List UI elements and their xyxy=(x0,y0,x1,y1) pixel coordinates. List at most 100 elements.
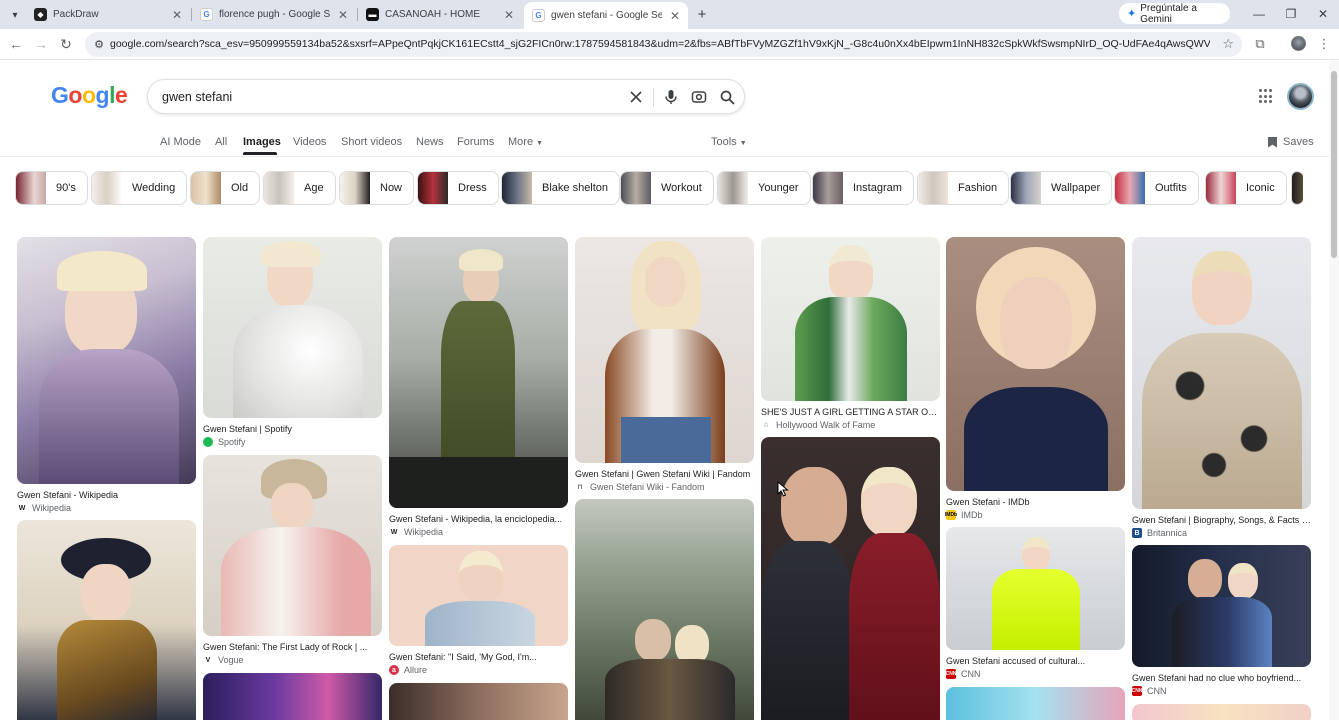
search-box[interactable]: gwen stefani xyxy=(147,79,745,114)
close-tab-icon[interactable]: ✕ xyxy=(336,8,350,22)
result-image[interactable] xyxy=(17,520,196,720)
result-title[interactable]: Gwen Stefani | Gwen Stefani Wiki | Fando… xyxy=(575,469,754,479)
result-image[interactable] xyxy=(575,237,754,463)
result-source[interactable]: IMDb IMDb xyxy=(945,510,1125,520)
chip-wallpaper[interactable]: Wallpaper xyxy=(1010,171,1113,205)
image-result[interactable]: Gwen Stefani - Wikipedia W Wikipedia xyxy=(17,237,196,513)
tab-images[interactable]: Images xyxy=(243,136,281,148)
forward-arrow-icon[interactable]: → xyxy=(32,35,50,53)
result-image[interactable] xyxy=(389,545,568,646)
tools-button[interactable]: Tools ▼ xyxy=(711,136,747,148)
image-result[interactable] xyxy=(946,687,1125,720)
reload-icon[interactable]: ↻ xyxy=(57,35,75,53)
result-source[interactable]: ☆ Hollywood Walk of Fame xyxy=(761,420,940,430)
tab-gwen-stefani[interactable]: G gwen stefani - Google Search ✕ xyxy=(524,2,688,29)
image-result[interactable] xyxy=(1132,704,1311,720)
result-source[interactable]: CNN CNN xyxy=(1132,686,1311,696)
close-tab-icon[interactable]: ✕ xyxy=(502,8,516,22)
tab-videos[interactable]: Videos xyxy=(293,136,326,148)
result-title[interactable]: Gwen Stefani accused of cultural... xyxy=(946,656,1125,666)
result-image[interactable] xyxy=(203,673,382,720)
back-arrow-icon[interactable]: ← xyxy=(7,35,25,53)
result-image[interactable] xyxy=(389,683,568,720)
chip-outfits[interactable]: Outfits xyxy=(1114,171,1199,205)
new-tab-button[interactable]: + xyxy=(693,5,711,23)
result-title[interactable]: Gwen Stefani: "I Said, 'My God, I'm... xyxy=(389,652,568,662)
result-title[interactable]: SHE'S JUST A GIRL GETTING A STAR ON... xyxy=(761,407,940,417)
browser-menu-icon[interactable]: ⋮ xyxy=(1315,35,1333,53)
image-result[interactable] xyxy=(575,499,754,720)
chip-dress[interactable]: Dress xyxy=(417,171,499,205)
extensions-puzzle-icon[interactable]: ⧉ xyxy=(1251,35,1269,53)
image-result[interactable]: Gwen Stefani: "I Said, 'My God, I'm... a… xyxy=(389,545,568,675)
chip-old[interactable]: Old xyxy=(190,171,261,205)
chip-workout[interactable]: Workout xyxy=(620,171,714,205)
tab-more[interactable]: More ▼ xyxy=(508,136,543,148)
result-image[interactable] xyxy=(946,237,1125,491)
site-info-icon[interactable]: ⚙ xyxy=(91,37,107,52)
tab-search-chevron-icon[interactable]: ▾ xyxy=(6,6,24,24)
tab-ai-mode[interactable]: AI Mode xyxy=(160,136,201,148)
url-text[interactable]: google.com/search?sca_esv=950999559134ba… xyxy=(110,38,1210,50)
chip-younger[interactable]: Younger xyxy=(717,171,811,205)
result-image[interactable] xyxy=(1132,704,1311,720)
tab-packdraw[interactable]: ◆ PackDraw ✕ xyxy=(26,2,190,27)
image-result[interactable]: Gwen Stefani | Gwen Stefani Wiki | Fando… xyxy=(575,237,754,492)
result-image[interactable] xyxy=(946,687,1125,720)
image-result[interactable] xyxy=(389,683,568,720)
image-result[interactable]: Gwen Stefani | Biography, Songs, & Facts… xyxy=(1132,237,1311,538)
result-image[interactable] xyxy=(761,437,940,720)
image-result[interactable] xyxy=(203,673,382,720)
result-title[interactable]: Gwen Stefani - Wikipedia, la enciclopedi… xyxy=(389,514,568,524)
search-input[interactable]: gwen stefani xyxy=(162,90,232,104)
chip-blake-shelton[interactable]: Blake shelton xyxy=(501,171,621,205)
result-image[interactable] xyxy=(203,455,382,636)
chip-partial[interactable] xyxy=(1291,171,1303,205)
clear-search-icon[interactable] xyxy=(627,88,645,106)
restore-icon[interactable]: ❐ xyxy=(1283,6,1299,22)
result-source[interactable]: Spotify xyxy=(203,437,382,447)
result-image[interactable] xyxy=(1132,237,1311,509)
tab-news[interactable]: News xyxy=(416,136,444,148)
chip-iconic[interactable]: Iconic xyxy=(1205,171,1287,205)
result-source[interactable]: CNN CNN xyxy=(946,669,1125,679)
result-image[interactable] xyxy=(761,237,940,401)
close-window-icon[interactable]: ✕ xyxy=(1315,6,1331,22)
ask-gemini-button[interactable]: ✦ Pregúntale a Gemini xyxy=(1119,3,1230,25)
result-title[interactable]: Gwen Stefani had no clue who boyfriend..… xyxy=(1132,673,1311,683)
chip-fashion[interactable]: Fashion xyxy=(917,171,1010,205)
tab-short-videos[interactable]: Short videos xyxy=(341,136,402,148)
chip-wedding[interactable]: Wedding xyxy=(91,171,188,205)
chip-instagram[interactable]: Instagram xyxy=(812,171,914,205)
account-avatar[interactable] xyxy=(1287,83,1314,110)
result-title[interactable]: Gwen Stefani - IMDb xyxy=(946,497,1125,507)
result-image[interactable] xyxy=(17,237,196,484)
image-result[interactable] xyxy=(761,437,940,720)
image-result[interactable]: Gwen Stefani accused of cultural... CNN … xyxy=(946,527,1125,679)
tab-casanoah[interactable]: ▬ CASANOAH - HOME ✕ xyxy=(358,2,522,27)
result-title[interactable]: Gwen Stefani: The First Lady of Rock | .… xyxy=(203,642,382,652)
image-result[interactable] xyxy=(17,520,196,720)
search-magnifier-icon[interactable] xyxy=(718,88,736,106)
result-source[interactable]: W Wikipedia xyxy=(389,527,568,537)
saves-button[interactable]: Saves xyxy=(1268,136,1314,148)
result-source[interactable]: W Wikipedia xyxy=(17,503,196,513)
result-source[interactable]: ⊓ Gwen Stefani Wiki - Fandom xyxy=(575,482,754,492)
address-bar[interactable]: ⚙ google.com/search?sca_esv=950999559134… xyxy=(85,32,1242,57)
image-result[interactable]: SHE'S JUST A GIRL GETTING A STAR ON... ☆… xyxy=(761,237,940,430)
minimize-icon[interactable]: — xyxy=(1251,6,1267,22)
google-apps-grid-icon[interactable] xyxy=(1259,89,1274,104)
scrollbar-thumb[interactable] xyxy=(1331,71,1337,258)
google-logo[interactable]: Google xyxy=(51,82,128,109)
chip-90s[interactable]: 90's xyxy=(15,171,88,205)
result-image[interactable] xyxy=(389,237,568,508)
image-result[interactable]: Gwen Stefani: The First Lady of Rock | .… xyxy=(203,455,382,665)
voice-search-mic-icon[interactable] xyxy=(662,88,680,106)
result-source[interactable]: V Vogue xyxy=(203,655,382,665)
result-title[interactable]: Gwen Stefani - Wikipedia xyxy=(17,490,196,500)
tab-forums[interactable]: Forums xyxy=(457,136,494,148)
result-image[interactable] xyxy=(946,527,1125,650)
image-result[interactable]: Gwen Stefani | Spotify Spotify xyxy=(203,237,382,447)
image-result[interactable]: Gwen Stefani - IMDb IMDb IMDb xyxy=(945,237,1125,520)
tab-florence-pugh[interactable]: G florence pugh - Google Search ✕ xyxy=(192,2,356,27)
